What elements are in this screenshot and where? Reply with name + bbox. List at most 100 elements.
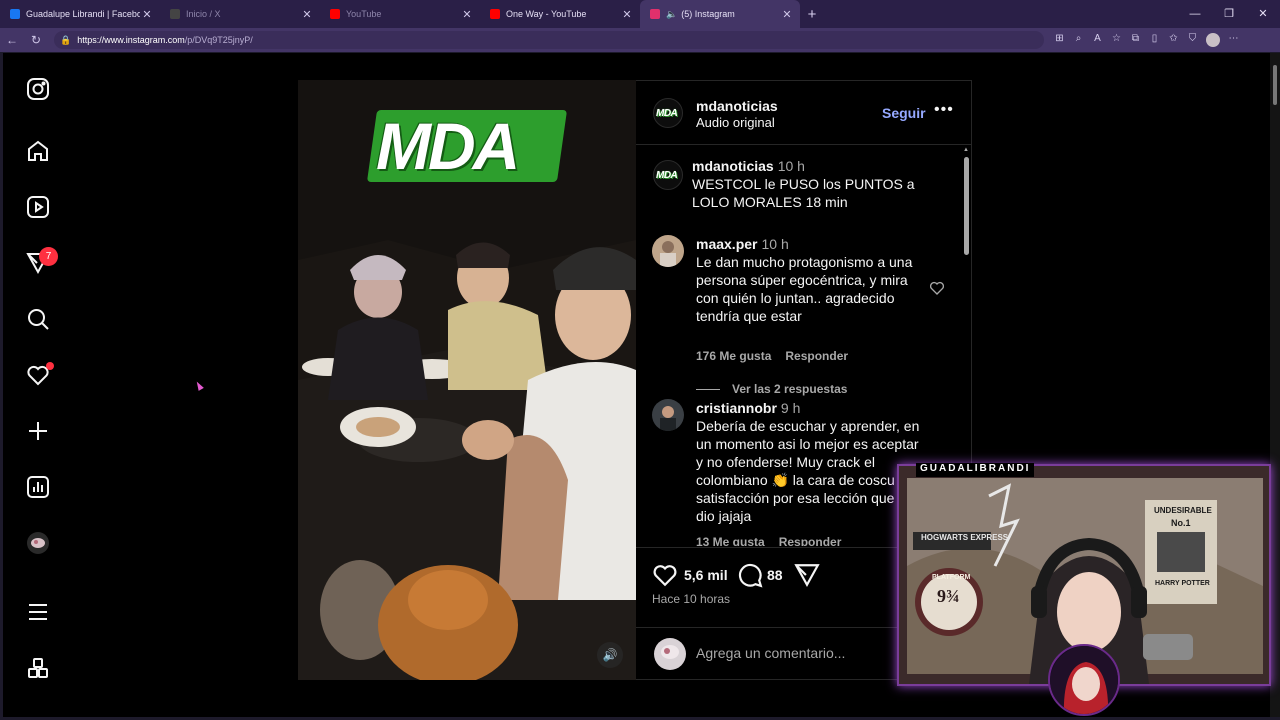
instagram-logo-icon[interactable] [24, 75, 52, 103]
caption-time[interactable]: 10 h [778, 158, 805, 174]
reels-icon[interactable] [24, 193, 52, 221]
search-icon[interactable] [24, 305, 52, 333]
caption-username[interactable]: mdanoticias [692, 158, 774, 174]
tab-title: Guadalupe Librandi | Facebook [26, 9, 140, 19]
caption-avatar[interactable]: MDA [653, 160, 683, 190]
menu-icon[interactable] [24, 598, 52, 626]
caption: mdanoticias 10 h WESTCOL le PUSO los PUNT… [692, 157, 942, 211]
create-plus-icon[interactable] [24, 417, 52, 445]
url-field[interactable]: 🔒 https://www.instagram.com/p/DVq9T25jny… [54, 31, 1044, 49]
minimize-icon[interactable]: — [1178, 0, 1212, 28]
audio-toggle-icon[interactable]: 🔊 [597, 642, 623, 668]
back-icon[interactable]: ← [0, 33, 24, 47]
comment-username[interactable]: cristiannobr [696, 400, 777, 416]
tab-title: Inicio / X [186, 9, 221, 19]
close-tab-icon[interactable]: ✕ [780, 8, 794, 21]
tab-one-way-youtube[interactable]: One Way - YouTube ✕ [480, 0, 640, 28]
menu-dots-icon[interactable]: ⋯ [1224, 33, 1243, 47]
comment-action[interactable]: 88 [737, 562, 783, 588]
youtube-icon [330, 9, 340, 19]
tab-instagram[interactable]: 🔈 (5) Instagram ✕ [640, 0, 800, 28]
comment-username[interactable]: maax.per [696, 236, 757, 252]
restore-icon[interactable]: ❐ [1212, 0, 1246, 28]
url-host: https://www.instagram.com [77, 35, 185, 45]
poster-title: UNDESIRABLE [1154, 506, 1212, 515]
youtube-icon [490, 9, 500, 19]
home-icon[interactable] [24, 137, 52, 165]
like-action[interactable]: 5,6 mil [652, 562, 728, 588]
tab-x[interactable]: Inicio / X ✕ [160, 0, 320, 28]
extensions-icon[interactable]: ⧉ [1126, 33, 1145, 47]
comment-time[interactable]: 9 h [781, 400, 800, 416]
like-comment-icon[interactable] [929, 280, 945, 301]
post-header: MDA mdanoticias Audio original Seguir ••… [636, 81, 972, 145]
x-icon [170, 9, 180, 19]
author-username[interactable]: mdanoticias [696, 98, 778, 114]
also-from-meta-icon[interactable] [24, 654, 52, 682]
tab-title: One Way - YouTube [506, 9, 587, 19]
split-screen-icon[interactable]: ▯ [1145, 33, 1164, 47]
like-heart-icon[interactable] [652, 562, 678, 588]
avatar-label: MDA [656, 108, 678, 119]
follow-button[interactable]: Seguir [882, 105, 926, 121]
browser-toolbar: ⊞ ⌕ A ☆ ⧉ ▯ ✩ ⛉ ⋯ [1050, 33, 1243, 47]
own-avatar [654, 638, 686, 670]
tab-facebook[interactable]: Guadalupe Librandi | Facebook ✕ [0, 0, 160, 28]
close-tab-icon[interactable]: ✕ [620, 8, 634, 21]
streamer-avatar [1048, 644, 1120, 716]
comment-avatar[interactable] [652, 399, 684, 431]
comment-avatar[interactable] [652, 235, 684, 267]
favorite-star-icon[interactable]: ☆ [1107, 33, 1126, 47]
notification-badge: 7 [39, 247, 58, 266]
page-scrollbar[interactable] [1270, 53, 1280, 717]
post-video[interactable]: MDA [298, 80, 636, 680]
shield-icon[interactable]: ⛉ [1183, 33, 1202, 47]
reply-button[interactable]: Responder [779, 535, 842, 546]
profile-avatar[interactable] [1206, 33, 1220, 47]
tab-youtube[interactable]: YouTube ✕ [320, 0, 480, 28]
comment-time[interactable]: 10 h [761, 236, 788, 252]
read-aloud-icon[interactable]: A [1088, 33, 1107, 47]
refresh-icon[interactable]: ↻ [24, 33, 48, 47]
comment-likes[interactable]: 13 Me gusta [696, 535, 765, 546]
favorites-icon[interactable]: ✩ [1164, 33, 1183, 47]
comments-count[interactable]: 88 [767, 567, 783, 583]
comment-text: Le dan mucho protagonismo a una persona … [696, 254, 913, 324]
close-tab-icon[interactable]: ✕ [300, 8, 314, 21]
platform-sign: PLATFORM [932, 574, 971, 581]
close-window-icon[interactable]: ✕ [1246, 0, 1280, 28]
share-icon[interactable] [794, 562, 820, 588]
scroll-up-icon[interactable]: ▲ [963, 147, 969, 153]
author-avatar[interactable]: MDA [653, 98, 683, 128]
apps-icon[interactable]: ⊞ [1050, 33, 1069, 47]
window-controls: — ❐ ✕ [1178, 0, 1280, 28]
more-options-icon[interactable]: ••• [934, 101, 954, 119]
lock-icon[interactable]: 🔒 [60, 35, 71, 46]
likes-count[interactable]: 5,6 mil [684, 567, 728, 583]
tab-title: YouTube [346, 9, 382, 19]
view-replies-label[interactable]: Ver las 2 respuestas [732, 382, 847, 396]
zoom-icon[interactable]: ⌕ [1069, 33, 1088, 47]
comment-actions: 13 Me gusta Responder [696, 535, 855, 546]
tab-bar: Guadalupe Librandi | Facebook ✕ Inicio /… [0, 0, 1280, 28]
platform-number: 9¾ [937, 586, 960, 606]
comment-actions: 176 Me gusta Responder [696, 349, 862, 363]
comment-likes[interactable]: 176 Me gusta [696, 349, 771, 363]
insights-icon[interactable] [24, 473, 52, 501]
reply-button[interactable]: Responder [785, 349, 848, 363]
streamer-name: GUADALIBRANDI [916, 463, 1035, 477]
comment-bubble-icon[interactable] [737, 562, 763, 588]
facebook-icon [10, 9, 20, 19]
view-replies[interactable]: Ver las 2 respuestas [696, 382, 847, 396]
speaker-icon[interactable]: 🔈 [666, 9, 677, 20]
tab-title: (5) Instagram [681, 9, 735, 19]
audio-link[interactable]: Audio original [696, 115, 775, 130]
profile-avatar-icon[interactable] [24, 529, 52, 557]
close-tab-icon[interactable]: ✕ [140, 8, 154, 21]
close-tab-icon[interactable]: ✕ [460, 8, 474, 21]
add-comment-input[interactable]: Agrega un comentario... [696, 645, 845, 661]
comments-scrollbar-thumb[interactable] [964, 157, 969, 255]
new-tab-button[interactable]: + [800, 6, 824, 23]
avatar-label: MDA [656, 170, 678, 181]
page-scrollbar-thumb[interactable] [1273, 65, 1277, 105]
